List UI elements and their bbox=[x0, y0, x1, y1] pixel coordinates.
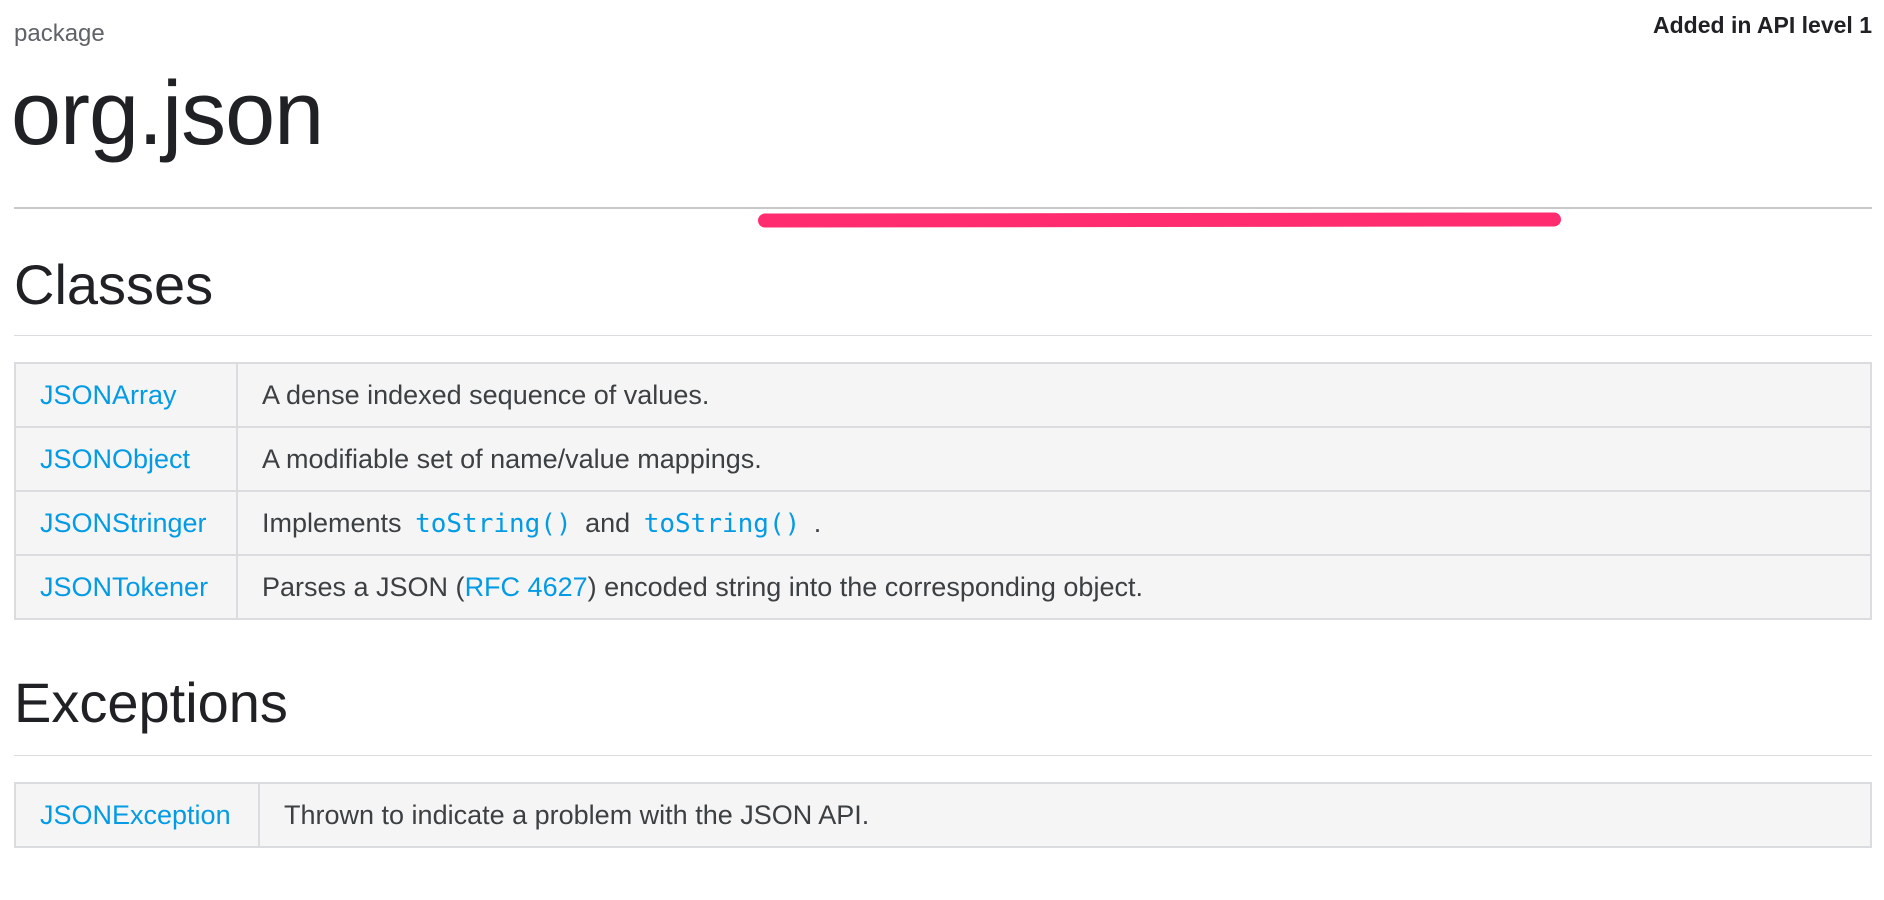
classes-table: JSONArray A dense indexed sequence of va… bbox=[14, 362, 1872, 620]
api-level-badge: Added in API level 1 bbox=[1653, 12, 1872, 38]
description-text: ) encoded string into the corresponding … bbox=[587, 571, 1143, 602]
exception-name-cell: JSONException bbox=[14, 782, 260, 848]
class-link-jsonstringer[interactable]: JSONStringer bbox=[40, 508, 207, 538]
rfc-4627-link[interactable]: RFC 4627 bbox=[465, 572, 588, 602]
title-divider bbox=[14, 207, 1872, 209]
classes-heading: Classes bbox=[14, 253, 214, 316]
exceptions-heading: Exceptions bbox=[14, 671, 288, 734]
class-link-jsonobject[interactable]: JSONObject bbox=[40, 444, 190, 474]
class-name-cell: JSONArray bbox=[14, 362, 238, 428]
table-row: JSONException Thrown to indicate a probl… bbox=[14, 782, 1872, 848]
exception-description: Thrown to indicate a problem with the JS… bbox=[258, 782, 1872, 848]
tostring-code-link[interactable]: toString() bbox=[409, 509, 578, 539]
class-link-jsonarray[interactable]: JSONArray bbox=[40, 380, 177, 410]
page-title: org.json bbox=[11, 64, 324, 164]
description-text: Implements bbox=[262, 507, 402, 538]
highlight-annotation-bar bbox=[757, 212, 1562, 228]
class-description: A dense indexed sequence of values. bbox=[236, 362, 1872, 428]
table-row: JSONTokener Parses a JSON (RFC 4627) enc… bbox=[14, 554, 1872, 620]
class-name-cell: JSONTokener bbox=[14, 554, 238, 620]
exceptions-divider bbox=[14, 755, 1872, 756]
class-name-cell: JSONStringer bbox=[14, 490, 238, 556]
table-row: JSONArray A dense indexed sequence of va… bbox=[14, 362, 1872, 428]
table-row: JSONStringer Implements toString() and t… bbox=[14, 490, 1872, 556]
description-text: Parses a JSON ( bbox=[262, 571, 465, 602]
description-text: . bbox=[813, 507, 822, 538]
package-eyebrow: package bbox=[14, 20, 105, 47]
exception-link-jsonexception[interactable]: JSONException bbox=[40, 800, 231, 830]
description-text: and bbox=[585, 507, 631, 538]
table-row: JSONObject A modifiable set of name/valu… bbox=[14, 426, 1872, 492]
class-name-cell: JSONObject bbox=[14, 426, 238, 492]
exceptions-table: JSONException Thrown to indicate a probl… bbox=[14, 782, 1872, 848]
tostring-code-link[interactable]: toString() bbox=[638, 509, 807, 539]
class-description: Implements toString() and toString() . bbox=[236, 490, 1872, 556]
class-description: Parses a JSON (RFC 4627) encoded string … bbox=[236, 554, 1872, 620]
classes-divider bbox=[14, 335, 1872, 336]
class-description: A modifiable set of name/value mappings. bbox=[236, 426, 1872, 492]
class-link-jsontokener[interactable]: JSONTokener bbox=[40, 572, 208, 602]
